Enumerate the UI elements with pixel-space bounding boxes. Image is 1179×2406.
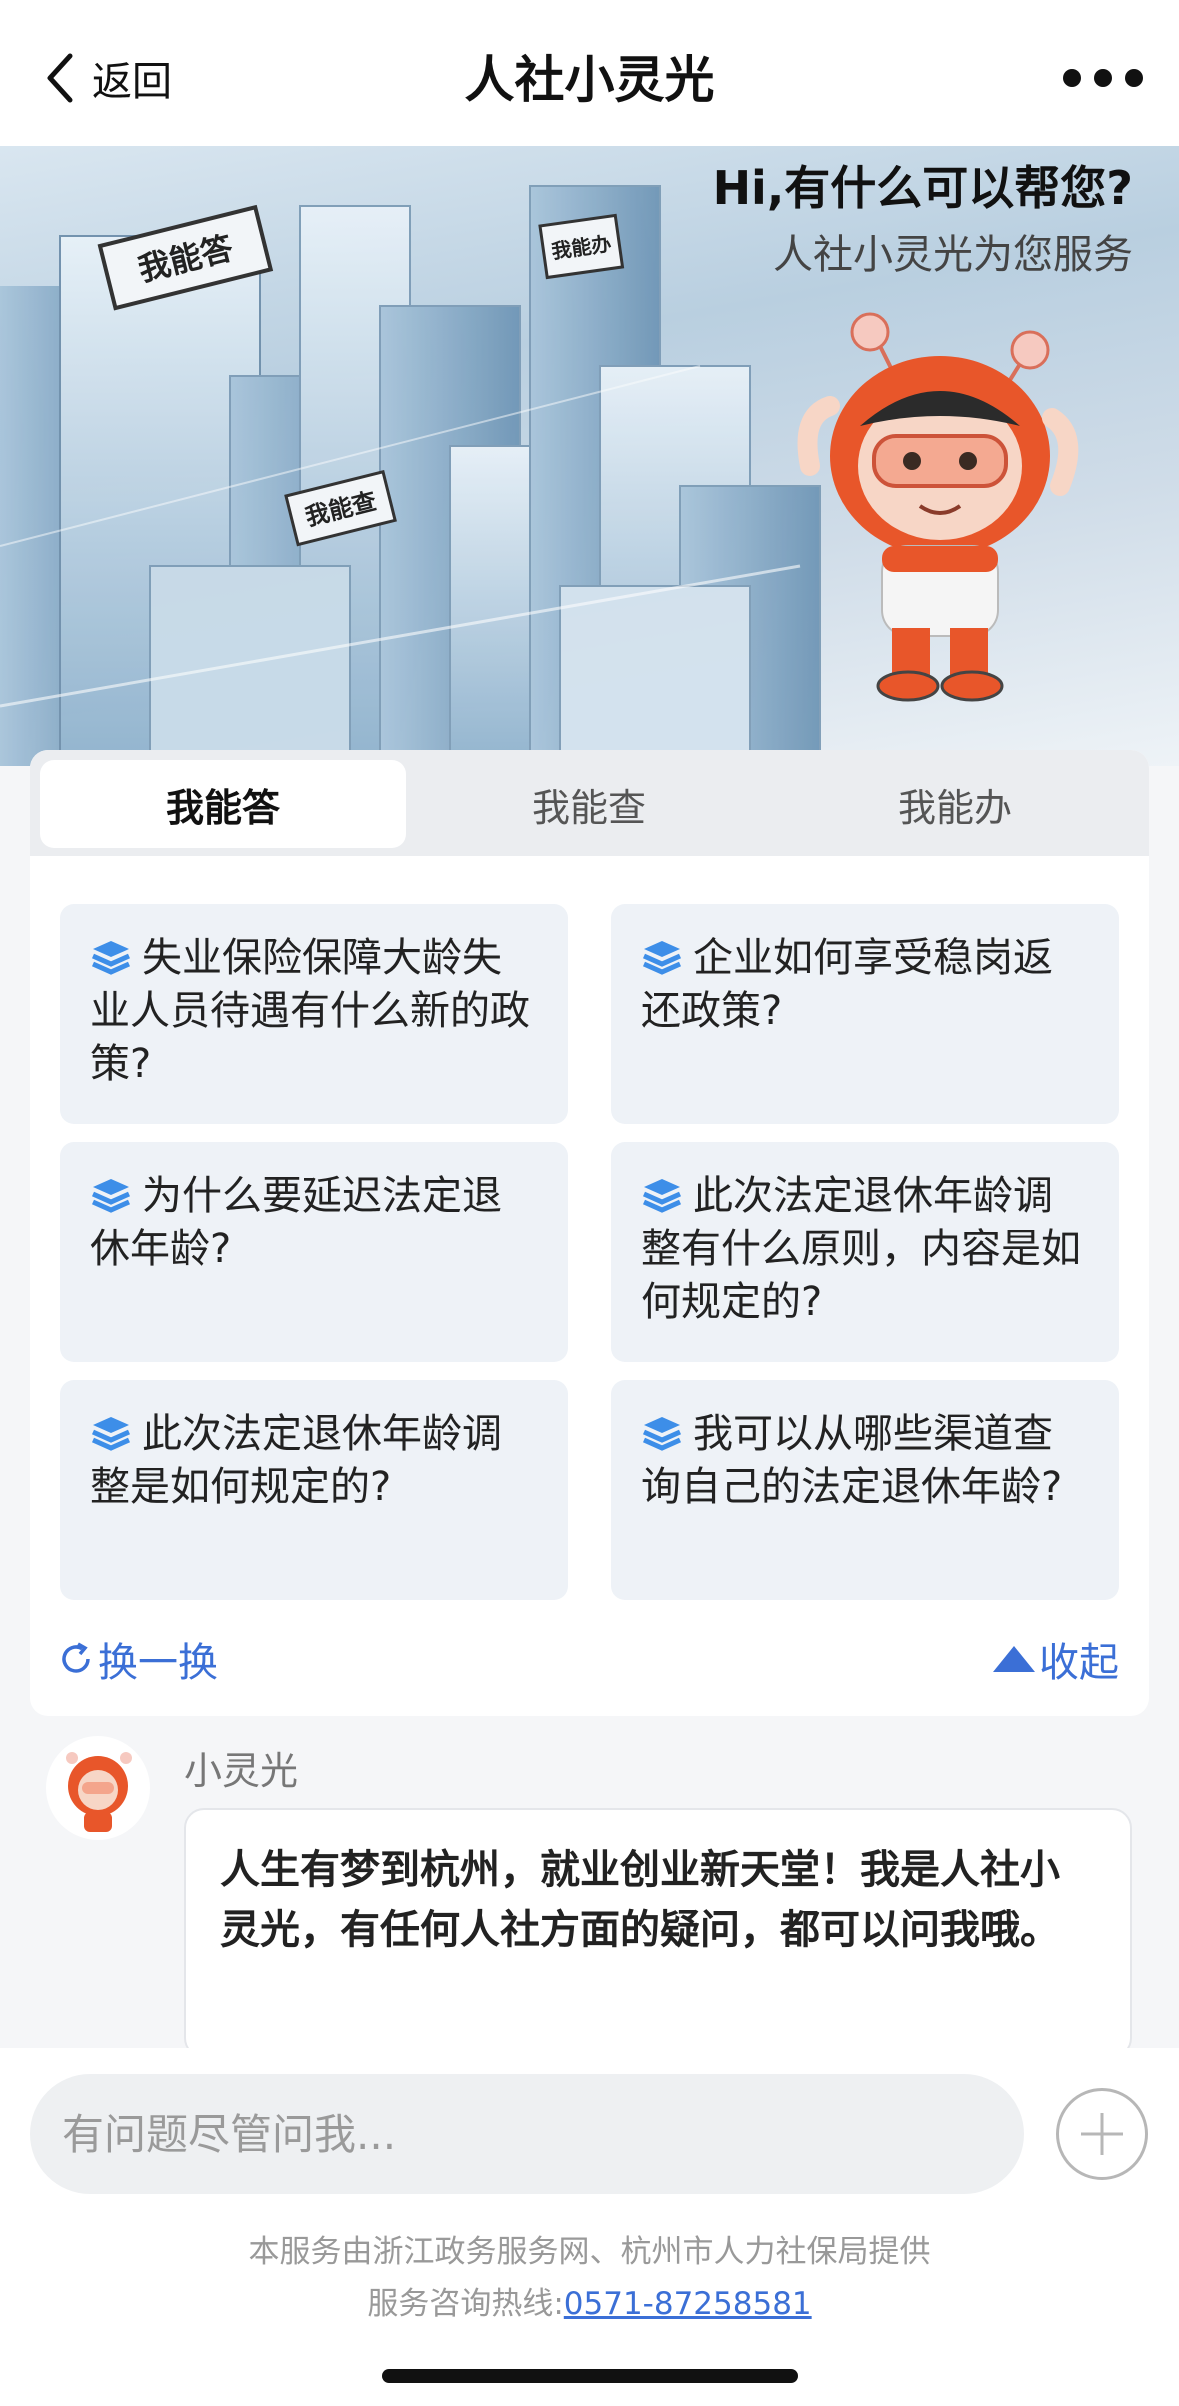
hotline-link[interactable]: 0571-87258581: [564, 2286, 812, 2322]
provider-text: 本服务由浙江政务服务网、杭州市人力社保局提供: [248, 2234, 931, 2270]
question-text: 失业保险保障大龄失业人员待遇有什么新的政策?: [90, 935, 530, 1087]
hero-greeting: Hi,有什么可以帮您?: [712, 161, 1133, 215]
refresh-label: 换一换: [98, 1640, 218, 1686]
question-card[interactable]: 我可以从哪些渠道查询自己的法定退休年龄?: [611, 1380, 1119, 1600]
layers-icon: [642, 1179, 682, 1213]
question-card[interactable]: 此次法定退休年龄调整有什么原则，内容是如何规定的?: [611, 1142, 1119, 1362]
hero-banner: 我能答 我能办 我能查 Hi,有什么可以帮您? 人社小灵光为您服务: [0, 146, 1179, 766]
question-input[interactable]: [30, 2074, 1024, 2194]
message-bubble: 人生有梦到杭州，就业创业新天堂！我是人社小灵光，有任何人社方面的疑问，都可以问我…: [184, 1808, 1132, 2058]
layers-icon: [91, 1417, 131, 1451]
tab-handle[interactable]: 我能办: [772, 760, 1138, 848]
layers-icon: [642, 1417, 682, 1451]
add-button[interactable]: [1056, 2088, 1148, 2180]
quick-question-panel: 我能答 我能查 我能办 失业保险保障大龄失业人员待遇有什么新的政策? 企业如何享…: [30, 750, 1149, 1716]
plus-icon: [1081, 2113, 1123, 2155]
sign-handle: 我能办: [538, 213, 625, 280]
layers-icon: [91, 1179, 131, 1213]
more-dots-icon[interactable]: [1063, 60, 1143, 96]
avatar: [46, 1736, 150, 1840]
layers-icon: [91, 941, 131, 975]
refresh-icon: [62, 1642, 90, 1673]
tab-bar: 我能答 我能查 我能办: [30, 750, 1149, 856]
nav-bar: 返回 人社小灵光: [0, 0, 1179, 146]
layers-icon: [642, 941, 682, 975]
collapse-button[interactable]: 收起: [991, 1630, 1119, 1688]
mascot-illustration: [797, 312, 1079, 702]
home-indicator: [382, 2369, 798, 2383]
question-text: 此次法定退休年龄调整有什么原则，内容是如何规定的?: [641, 1173, 1081, 1325]
hero-subtitle: 人社小灵光为您服务: [773, 232, 1133, 278]
refresh-button[interactable]: 换一换: [58, 1630, 218, 1688]
question-text: 为什么要延迟法定退休年龄?: [90, 1173, 502, 1272]
question-text: 此次法定退休年龄调整是如何规定的?: [90, 1411, 502, 1510]
mascot-avatar-icon: [66, 1752, 132, 1832]
hotline-label: 服务咨询热线:: [367, 2286, 564, 2322]
question-text: 我可以从哪些渠道查询自己的法定退休年龄?: [641, 1411, 1063, 1510]
collapse-label: 收起: [1039, 1640, 1119, 1686]
question-text: 企业如何享受稳岗返还政策?: [641, 935, 1053, 1034]
sender-name: 小灵光: [184, 1749, 299, 1793]
input-bar: 本服务由浙江政务服务网、杭州市人力社保局提供 服务咨询热线:0571-87258…: [0, 2048, 1179, 2406]
hotline-line: 服务咨询热线:0571-87258581: [0, 2278, 1179, 2323]
page-title: 人社小灵光: [464, 51, 715, 109]
question-card[interactable]: 为什么要延迟法定退休年龄?: [60, 1142, 568, 1362]
tab-answer[interactable]: 我能答: [40, 760, 406, 848]
tab-query[interactable]: 我能查: [406, 760, 772, 848]
question-card[interactable]: 失业保险保障大龄失业人员待遇有什么新的政策?: [60, 904, 568, 1124]
question-card[interactable]: 此次法定退休年龄调整是如何规定的?: [60, 1380, 568, 1600]
triangle-up-icon: [993, 1646, 1035, 1672]
question-card[interactable]: 企业如何享受稳岗返还政策?: [611, 904, 1119, 1124]
